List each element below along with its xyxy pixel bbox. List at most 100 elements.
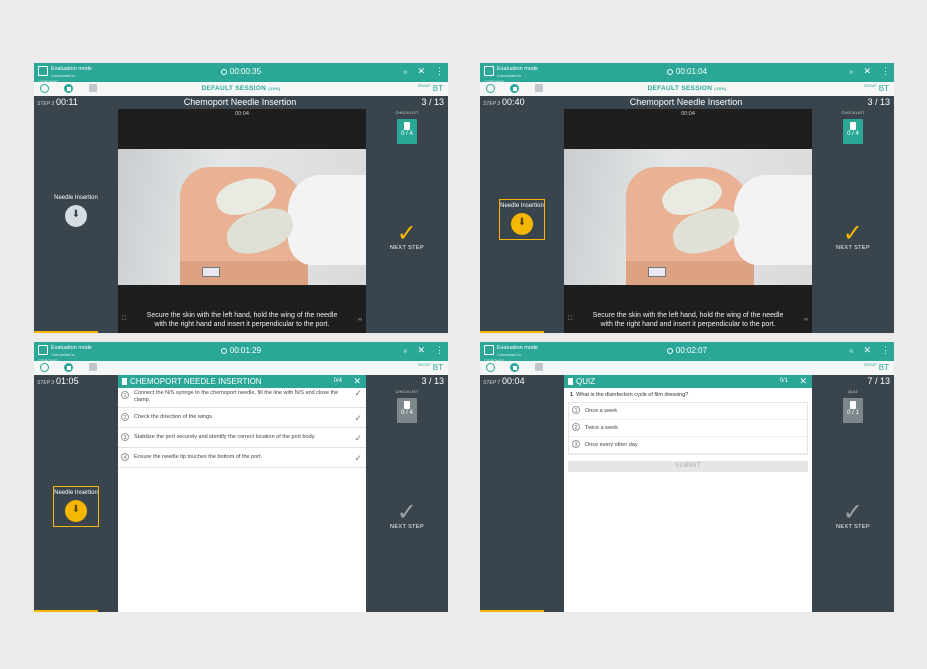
check-icon: ✓: [396, 499, 418, 526]
checklist-button[interactable]: 0 / 4: [397, 398, 417, 423]
task-column: Needle Insertion: [480, 109, 564, 333]
app-screenshot-2: Evaluation modeConnected to CSIPOM02 00:…: [480, 63, 894, 333]
quiz-title: QUIZ: [576, 377, 596, 386]
checklist-icon: [404, 122, 410, 130]
group-label: GROUP BT: [863, 363, 889, 372]
quiz-option[interactable]: 3 Once every other day: [569, 437, 807, 454]
video-player[interactable]: 00:04 ⛶ ∞ Secure the skin with the left …: [118, 109, 366, 333]
session-timer: 00:02:07: [480, 346, 894, 355]
close-icon[interactable]: ✕: [863, 345, 871, 355]
task-needle-insertion[interactable]: Needle Insertion: [34, 195, 118, 227]
checklist-column: CHECKLIST 0 / 4 ✓ NEXT STEP: [366, 388, 448, 612]
stats-icon[interactable]: [89, 363, 97, 371]
task-needle-insertion[interactable]: Needle Insertion: [34, 486, 118, 527]
step-count: 3 / 13: [421, 376, 444, 386]
next-step-button[interactable]: ✓ NEXT STEP: [366, 499, 448, 531]
top-bar: Evaluation modeConnected to CSIPOM02 00:…: [480, 342, 894, 363]
progress-bar: [34, 610, 98, 612]
task-needle-insertion[interactable]: Needle Insertion: [480, 199, 564, 240]
session-timer: 00:01:04: [480, 67, 894, 76]
play-button[interactable]: [486, 363, 495, 372]
clock-icon: [220, 69, 227, 75]
task-column: Needle Insertion: [34, 109, 118, 333]
checklist-icon: [850, 122, 856, 130]
quiz-count: 0/1: [779, 378, 788, 384]
checklist-item[interactable]: 3 Stabilize the port securely and identif…: [118, 428, 366, 448]
next-step-button[interactable]: ✓ NEXT STEP: [812, 220, 894, 252]
group-label: GROUP BT: [417, 363, 443, 372]
close-icon[interactable]: ✕: [417, 345, 425, 355]
check-icon[interactable]: ✓: [354, 389, 362, 398]
checklist-item[interactable]: 2 Check the direction of the wings. ✓: [118, 408, 366, 428]
more-vert-icon[interactable]: ⋮: [881, 345, 890, 355]
quiz-header: QUIZ 0/1 ✕: [564, 375, 812, 388]
session-name: DEFAULT SESSION (15%): [201, 85, 281, 92]
top-bar: Evaluation modeConnected to CSIPOM02 00:…: [34, 342, 448, 363]
progress-bar: [480, 610, 544, 612]
quiz-options: 1 Once a week 2 Twice a week 3 Once every o…: [568, 402, 808, 455]
quiz-option[interactable]: 2 Twice a week: [569, 420, 807, 437]
checklist-count: 0/4: [333, 378, 342, 384]
step-timer: STEP 3 01:05: [37, 376, 79, 386]
check-icon: ✓: [396, 220, 418, 247]
step-bar: STEP 3 00:11 Chemoport Needle Insertion 3…: [34, 96, 448, 109]
stats-icon[interactable]: [535, 363, 543, 371]
check-icon[interactable]: ✓: [354, 451, 362, 465]
submit-button[interactable]: SUBMIT: [568, 461, 808, 472]
next-step-button[interactable]: ✓ NEXT STEP: [812, 499, 894, 531]
step-count: 7 / 13: [867, 376, 890, 386]
video-subtitle: Secure the skin with the left hand, hold…: [146, 312, 338, 328]
checklist-button[interactable]: 0 / 4: [397, 119, 417, 144]
session-timer: 00:00:35: [34, 67, 448, 76]
checklist-title: CHEMOPORT NEEDLE INSERTION: [130, 377, 262, 386]
clock-icon: [666, 69, 673, 75]
record-icon[interactable]: ⦁: [403, 66, 408, 76]
app-screenshot-1: Evaluation modeConnected to CSIPOM02 00:…: [34, 63, 448, 333]
checklist-item[interactable]: 1 Connect the N/S syringe to the chemopor…: [118, 388, 366, 408]
quiz-column: QUIZ 0 / 1 ✓ NEXT STEP: [812, 388, 894, 612]
checklist-button[interactable]: 0 / 4: [843, 119, 863, 144]
close-icon[interactable]: ✕: [799, 376, 807, 387]
close-icon[interactable]: ✕: [863, 66, 871, 76]
checklist-dialog: CHEMOPORT NEEDLE INSERTION 0/4 ✕ 1 Connec…: [118, 375, 366, 612]
needle-icon: [511, 213, 533, 235]
next-step-button[interactable]: ✓ NEXT STEP: [366, 220, 448, 252]
more-vert-icon[interactable]: ⋮: [435, 345, 444, 355]
more-vert-icon[interactable]: ⋮: [881, 66, 890, 76]
progress-bar: [480, 331, 544, 333]
check-icon: ✓: [842, 499, 864, 526]
quiz-question: 1 What is the disinfection cycle of film…: [570, 392, 689, 398]
clock-icon: [666, 348, 673, 354]
step-title: Chemoport Needle Insertion: [183, 97, 297, 107]
check-icon[interactable]: ✓: [354, 411, 362, 425]
video-subtitle: Secure the skin with the left hand, hold…: [592, 312, 784, 328]
record-icon[interactable]: ⦁: [403, 345, 408, 355]
quiz-label: QUIZ: [848, 390, 858, 394]
close-icon[interactable]: ✕: [353, 376, 361, 387]
group-label: GROUP BT: [417, 84, 443, 93]
stop-button[interactable]: [510, 363, 519, 372]
session-bar: GROUP BT: [480, 361, 894, 375]
more-vert-icon[interactable]: ⋮: [435, 66, 444, 76]
play-button[interactable]: [40, 363, 49, 372]
step-timer: STEP 3 00:11: [37, 97, 78, 107]
check-icon[interactable]: ✓: [354, 431, 362, 445]
checklist-column: CHECKLIST 0 / 4 ✓ NEXT STEP: [366, 109, 448, 333]
group-label: GROUP BT: [863, 84, 889, 93]
task-column: [480, 388, 564, 612]
procedure-video-frame: [564, 149, 812, 285]
step-count: 3 / 13: [421, 97, 444, 107]
close-icon[interactable]: ✕: [417, 66, 425, 76]
record-icon[interactable]: ⦁: [849, 66, 854, 76]
checklist-item[interactable]: 4 Ensure the needle tip touches the botto…: [118, 448, 366, 468]
task-column: Needle Insertion: [34, 388, 118, 612]
step-title: Chemoport Needle Insertion: [629, 97, 743, 107]
record-icon[interactable]: ⦁: [849, 345, 854, 355]
quiz-button[interactable]: 0 / 1: [843, 398, 863, 423]
video-time: 00:04: [235, 111, 249, 117]
checklist-label: CHECKLIST: [841, 111, 865, 115]
video-player[interactable]: 00:04 ⛶ ∞ Secure the skin with the left …: [564, 109, 812, 333]
stop-button[interactable]: [64, 363, 73, 372]
quiz-option[interactable]: 1 Once a week: [569, 403, 807, 420]
check-icon: ✓: [842, 220, 864, 247]
